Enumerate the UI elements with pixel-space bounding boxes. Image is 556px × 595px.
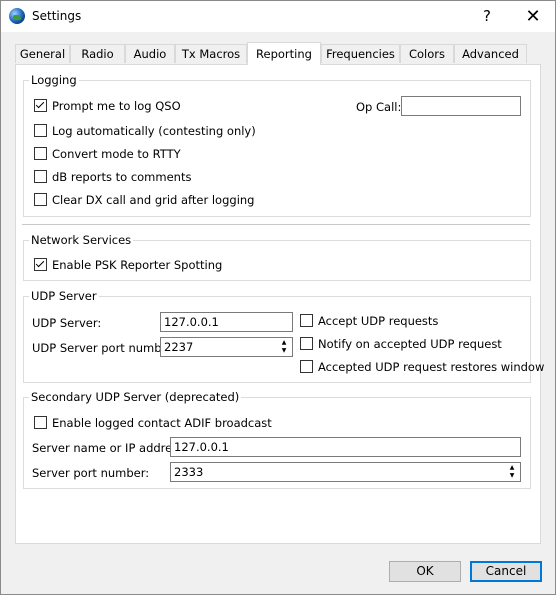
spin-down-icon[interactable]: ▼ — [505, 472, 519, 480]
server-port-label: Server port number: — [32, 466, 150, 480]
tab-radio[interactable]: Radio — [70, 44, 125, 63]
udp-server-input[interactable]: 127.0.0.1 — [160, 312, 293, 332]
tab-audio[interactable]: Audio — [125, 44, 175, 63]
checkbox-box[interactable] — [34, 99, 47, 112]
spin-up-icon[interactable]: ▲ — [505, 464, 519, 472]
checkbox-label: Clear DX call and grid after logging — [52, 193, 255, 207]
cancel-button[interactable]: Cancel — [470, 561, 542, 582]
secondary-udp-title: Secondary UDP Server (deprecated) — [29, 390, 242, 404]
tab-colors[interactable]: Colors — [400, 44, 454, 63]
op-call-label: Op Call: — [356, 100, 402, 114]
checkbox-label: Accept UDP requests — [318, 314, 439, 328]
server-port-value: 2333 — [174, 465, 204, 479]
spin-buttons[interactable]: ▲ ▼ — [277, 339, 291, 355]
checkbox-label: Enable logged contact ADIF broadcast — [52, 416, 272, 430]
server-name-label: Server name or IP address: — [32, 441, 189, 455]
tab-general[interactable]: General — [15, 44, 70, 63]
spin-buttons[interactable]: ▲ ▼ — [505, 464, 519, 480]
checkbox-label: Prompt me to log QSO — [52, 99, 181, 113]
checkbox-box[interactable] — [300, 337, 313, 350]
tab-reporting[interactable]: Reporting — [247, 42, 321, 65]
checkbox-box[interactable] — [300, 314, 313, 327]
checkbox-box[interactable] — [34, 193, 47, 206]
op-call-input[interactable] — [401, 96, 521, 116]
close-button[interactable]: ✕ — [510, 1, 556, 32]
checkbox-box[interactable] — [34, 170, 47, 183]
checkbox-box[interactable] — [34, 258, 47, 271]
network-services-title: Network Services — [29, 233, 134, 247]
globe-icon — [9, 8, 25, 24]
checkbox-label: Accepted UDP request restores window — [318, 360, 545, 374]
checkbox-label: Enable PSK Reporter Spotting — [52, 258, 223, 272]
checkbox-box[interactable] — [34, 416, 47, 429]
checkbox-label: Log automatically (contesting only) — [52, 124, 256, 138]
checkbox-label: Convert mode to RTTY — [52, 147, 181, 161]
divider — [22, 224, 530, 225]
server-name-input[interactable]: 127.0.0.1 — [170, 437, 521, 457]
tab-tx-macros[interactable]: Tx Macros — [175, 44, 247, 63]
title-bar: Settings ? ✕ — [1, 1, 555, 32]
udp-port-spinbox[interactable]: 2237 ▲ ▼ — [160, 337, 293, 357]
spin-down-icon[interactable]: ▼ — [277, 347, 291, 355]
logging-group-title: Logging — [29, 73, 79, 87]
checkbox-label: Notify on accepted UDP request — [318, 337, 502, 351]
checkbox-box[interactable] — [34, 147, 47, 160]
spin-up-icon[interactable]: ▲ — [277, 339, 291, 347]
udp-port-value: 2237 — [164, 340, 194, 354]
udp-server-title: UDP Server — [29, 289, 99, 303]
help-button[interactable]: ? — [464, 1, 510, 32]
ok-button[interactable]: OK — [389, 561, 461, 582]
tab-frequencies[interactable]: Frequencies — [321, 44, 400, 63]
server-port-spinbox[interactable]: 2333 ▲ ▼ — [170, 462, 521, 482]
checkbox-box[interactable] — [34, 124, 47, 137]
checkbox-label: dB reports to comments — [52, 170, 192, 184]
udp-server-label: UDP Server: — [32, 316, 102, 330]
tab-advanced[interactable]: Advanced — [454, 44, 527, 63]
checkbox-box[interactable] — [300, 360, 313, 373]
window-title: Settings — [32, 9, 82, 23]
udp-port-label: UDP Server port number: — [32, 341, 178, 355]
